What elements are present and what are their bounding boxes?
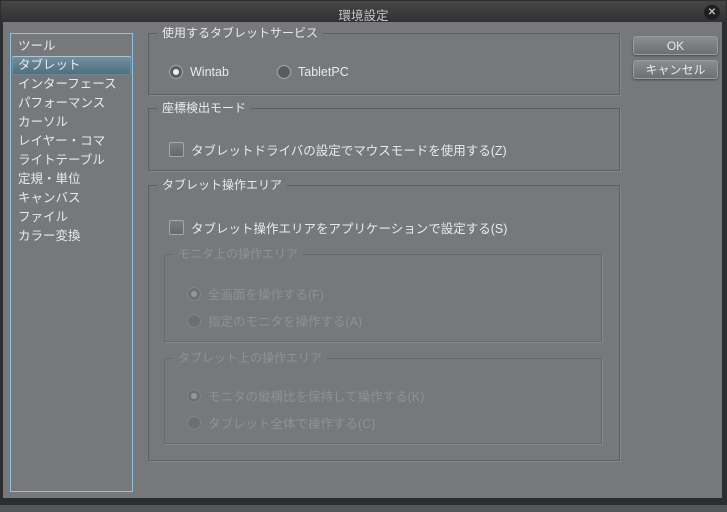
sidebar-item-color-conversion[interactable]: カラー変換 — [11, 227, 132, 246]
titlebar: 環境設定 ✕ — [1, 1, 726, 23]
radio-tabletpc-label: TabletPC — [298, 65, 349, 79]
group-tablet-area: タブレット操作エリア タブレット操作エリアをアプリケーションで設定する(S) モ… — [148, 178, 620, 461]
group-monitor-area-legend: モニタ上の操作エリア — [173, 247, 304, 262]
sidebar-item-tablet[interactable]: タブレット — [12, 56, 131, 75]
radio-full-screen — [187, 286, 201, 301]
sidebar-item-cursor[interactable]: カーソル — [11, 113, 132, 132]
sidebar-item-ruler-unit[interactable]: 定規・単位 — [11, 170, 132, 189]
group-monitor-area: モニタ上の操作エリア 全画面を操作する(F) 指定のモニタを操作する(A) — [164, 247, 602, 342]
checkbox-mouse-mode[interactable] — [169, 142, 184, 157]
radio-row-whole-tablet: タブレット全体で操作する(C) — [187, 413, 375, 432]
group-coordinate-mode: 座標検出モード タブレットドライバの設定でマウスモードを使用する(Z) — [148, 101, 620, 171]
sidebar-item-interface[interactable]: インターフェース — [11, 75, 132, 94]
group-tablet-service-legend: 使用するタブレットサービス — [157, 26, 324, 41]
radio-row-full-screen: 全画面を操作する(F) — [187, 284, 324, 303]
close-button[interactable]: ✕ — [704, 4, 720, 20]
radio-full-screen-label: 全画面を操作する(F) — [208, 288, 324, 302]
radio-whole-tablet — [187, 415, 201, 430]
category-list: ツール タブレット インターフェース パフォーマンス カーソル レイヤー・コマ … — [10, 33, 133, 492]
sidebar-item-canvas[interactable]: キャンバス — [11, 189, 132, 208]
group-tablet-area-legend: タブレット操作エリア — [157, 178, 288, 193]
sidebar-item-tool[interactable]: ツール — [11, 37, 132, 56]
dialog-content: ツール タブレット インターフェース パフォーマンス カーソル レイヤー・コマ … — [3, 22, 722, 498]
close-icon: ✕ — [707, 6, 717, 18]
radio-row-tabletpc: TabletPC — [277, 65, 349, 79]
ok-button[interactable]: OK — [633, 36, 718, 55]
radio-wintab[interactable] — [169, 65, 183, 79]
group-tablet-surface-area: タブレット上の操作エリア モニタの縦横比を保持して操作する(K) タブレット全体… — [164, 351, 602, 444]
checkbox-app-area-label: タブレット操作エリアをアプリケーションで設定する(S) — [191, 222, 508, 236]
checkbox-row-app-area: タブレット操作エリアをアプリケーションで設定する(S) — [169, 218, 507, 237]
checkbox-mouse-mode-label: タブレットドライバの設定でマウスモードを使用する(Z) — [191, 144, 507, 158]
sidebar-item-file[interactable]: ファイル — [11, 208, 132, 227]
sidebar-item-performance[interactable]: パフォーマンス — [11, 94, 132, 113]
radio-keep-aspect — [187, 388, 201, 403]
radio-row-wintab: Wintab — [169, 65, 229, 79]
checkbox-app-area[interactable] — [169, 220, 184, 235]
radio-wintab-label: Wintab — [190, 65, 229, 79]
preferences-dialog: 環境設定 ✕ ツール タブレット インターフェース パフォーマンス カーソル レ… — [0, 0, 727, 505]
radio-keep-aspect-label: モニタの縦横比を保持して操作する(K) — [208, 390, 425, 404]
cancel-button[interactable]: キャンセル — [633, 60, 718, 79]
radio-whole-tablet-label: タブレット全体で操作する(C) — [208, 417, 376, 431]
radio-specified-monitor — [187, 313, 201, 328]
group-tablet-service: 使用するタブレットサービス Wintab TabletPC — [148, 26, 620, 95]
radio-specified-monitor-label: 指定のモニタを操作する(A) — [208, 315, 363, 329]
radio-row-specified-monitor: 指定のモニタを操作する(A) — [187, 311, 362, 330]
group-coordinate-mode-legend: 座標検出モード — [157, 101, 252, 116]
group-tablet-surface-area-legend: タブレット上の操作エリア — [173, 351, 328, 366]
checkbox-row-mouse-mode: タブレットドライバの設定でマウスモードを使用する(Z) — [169, 140, 507, 159]
radio-row-keep-aspect: モニタの縦横比を保持して操作する(K) — [187, 386, 424, 405]
radio-tabletpc[interactable] — [277, 65, 291, 79]
sidebar-item-light-table[interactable]: ライトテーブル — [11, 151, 132, 170]
sidebar-item-layer-frame[interactable]: レイヤー・コマ — [11, 132, 132, 151]
